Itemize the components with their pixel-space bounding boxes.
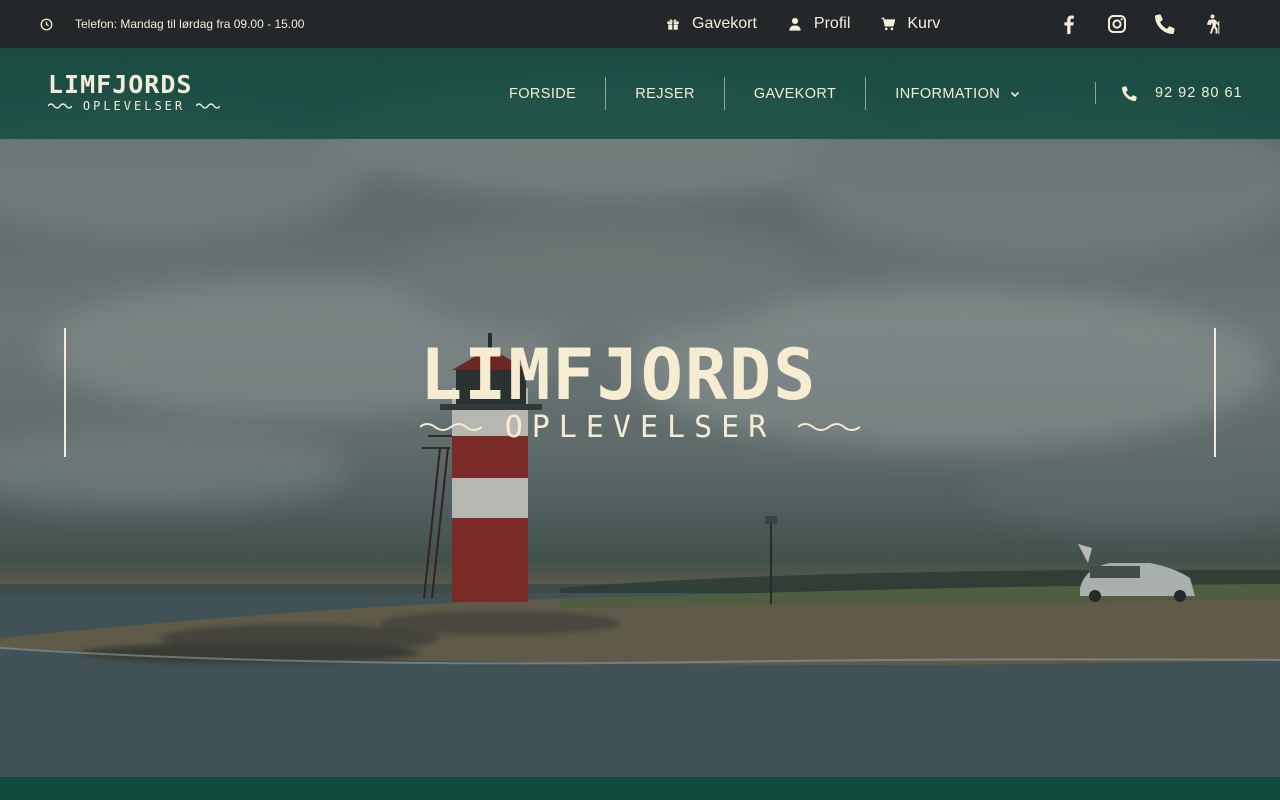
wave-icon <box>420 423 482 431</box>
nav-label: INFORMATION <box>895 85 1001 102</box>
top-bar: Telefon: Mandag til lørdag fra 09.00 - 1… <box>0 0 1280 48</box>
hero-title-sub: OPLEVELSER <box>504 409 776 445</box>
profile-label: Profil <box>813 15 851 32</box>
opening-hours: Telefon: Mandag til lørdag fra 09.00 - 1… <box>40 0 304 48</box>
wave-icon <box>196 103 220 109</box>
facebook-link[interactable] <box>1058 13 1080 35</box>
gift-card-link[interactable]: Gavekort <box>666 15 757 33</box>
nav-label: FORSIDE <box>509 85 577 102</box>
opening-hours-text: Telefon: Mandag til lørdag fra 09.00 - 1… <box>75 17 305 31</box>
gift-card-label: Gavekort <box>692 15 757 32</box>
gift-icon <box>667 19 679 30</box>
phone-icon <box>1155 14 1175 34</box>
instagram-link[interactable] <box>1106 13 1128 35</box>
phone-link[interactable] <box>1154 13 1176 35</box>
phone-number: 92 92 80 61 <box>1155 85 1243 101</box>
nav-item-forside[interactable]: FORSIDE <box>480 77 605 110</box>
nav-item-gavekort[interactable]: GAVEKORT <box>723 77 865 110</box>
logo-sub-row: OPLEVELSER <box>48 98 220 114</box>
phone-icon <box>1122 85 1137 101</box>
hero-logo: LIMFJORDS OPLEVELSER <box>420 334 860 445</box>
main-nav: FORSIDE REJSER GAVEKORT INFORMATION <box>480 77 1049 110</box>
header-phone[interactable]: 92 92 80 61 <box>1095 82 1243 104</box>
social-links <box>1058 0 1250 48</box>
clock-icon <box>40 18 53 30</box>
nav-item-rejser[interactable]: REJSER <box>605 77 724 110</box>
hiker-icon <box>1206 14 1220 34</box>
slider-prev-button[interactable] <box>64 328 66 457</box>
section-divider <box>0 777 1280 800</box>
nav-label: GAVEKORT <box>753 85 837 102</box>
main-header: LIMFJORDS OPLEVELSER FORSIDE REJSER GAVE… <box>0 48 1280 139</box>
cart-link[interactable]: Kurv <box>881 15 940 33</box>
user-icon <box>789 17 801 31</box>
instagram-icon <box>1108 15 1126 33</box>
cart-icon <box>881 17 896 31</box>
chevron-down-icon <box>1011 91 1020 97</box>
hiking-link[interactable] <box>1202 13 1224 35</box>
nav-item-information[interactable]: INFORMATION <box>865 77 1049 110</box>
nav-label: REJSER <box>635 85 695 102</box>
profile-link[interactable]: Profil <box>788 15 850 33</box>
hero-title-main: LIMFJORDS <box>420 334 818 416</box>
account-links: Gavekort Profil Kurv <box>666 0 971 48</box>
wave-icon <box>798 423 860 431</box>
logo-sub-text: OPLEVELSER <box>82 99 186 113</box>
logo-main-text: LIMFJORDS <box>48 70 193 99</box>
facebook-icon <box>1064 15 1074 34</box>
slider-next-button[interactable] <box>1214 328 1216 457</box>
site-logo[interactable]: LIMFJORDS OPLEVELSER <box>48 72 220 116</box>
wave-icon <box>48 103 72 109</box>
cart-label: Kurv <box>907 15 941 32</box>
